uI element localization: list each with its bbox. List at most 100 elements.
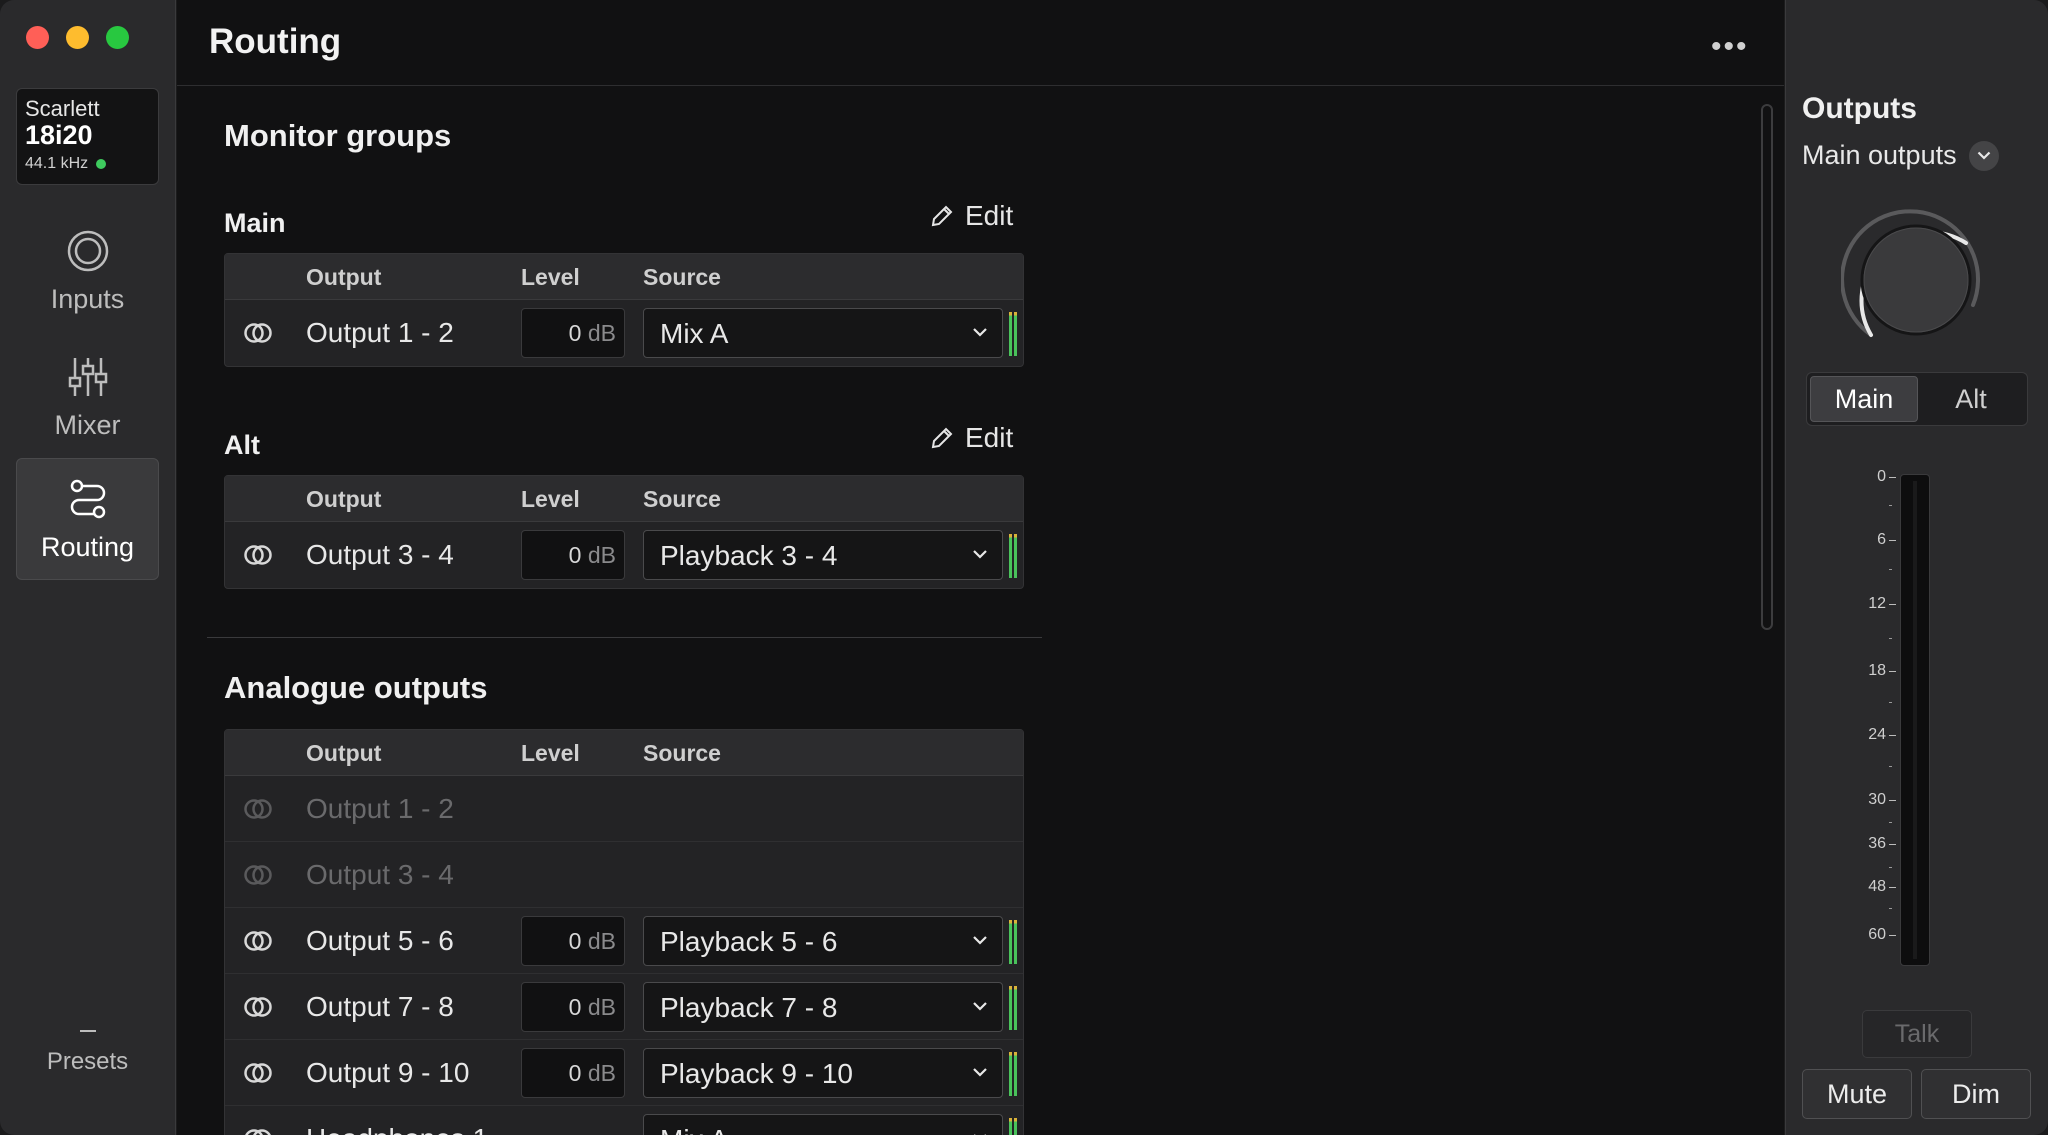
output-selector-label: Main outputs	[1802, 140, 1957, 170]
edit-main-button[interactable]: Edit	[929, 200, 1013, 232]
signal-meter	[1009, 986, 1018, 1030]
monitor-group-switch: Main Alt	[1806, 372, 2028, 426]
pencil-icon	[931, 205, 953, 227]
table-header: Output Level Source	[225, 476, 1023, 522]
presets-label: Presets	[46, 1048, 129, 1075]
scale-tick: 48	[1868, 878, 1896, 896]
edit-alt-button[interactable]: Edit	[929, 422, 1013, 454]
sidebar-item-mixer[interactable]: Mixer	[16, 336, 159, 458]
pencil-icon	[931, 427, 953, 449]
table-row: Output 1 - 2	[225, 776, 1023, 842]
dim-button[interactable]: Dim	[1921, 1069, 2031, 1119]
source-dropdown[interactable]: Mix A	[643, 1114, 1003, 1135]
table-row: Output 3 - 4	[225, 842, 1023, 908]
stereo-link-icon[interactable]	[243, 1126, 273, 1135]
sidebar-item-routing[interactable]: Routing	[16, 458, 159, 580]
level-field[interactable]: 0 dB	[521, 1048, 625, 1098]
source-value: Mix A	[660, 1124, 728, 1135]
stereo-link-icon[interactable]	[243, 928, 273, 954]
segment-alt[interactable]: Alt	[1918, 376, 2024, 422]
meter-scale: 0 6 12 18 24 30 36 48 60	[1826, 462, 1896, 972]
page-title: Routing	[209, 22, 342, 61]
level-unit: dB	[587, 928, 616, 954]
app-window: Scarlett 18i20 44.1 kHz Inputs Mixer Rou…	[0, 0, 2048, 1135]
source-value: Playback 7 - 8	[660, 992, 838, 1023]
presets-button[interactable]: Presets	[16, 1030, 159, 1076]
output-selector[interactable]: Main outputs	[1802, 140, 1999, 171]
output-name: Output 3 - 4	[306, 859, 454, 890]
output-name: Output 1 - 2	[306, 793, 454, 824]
status-dot	[96, 159, 107, 169]
minimize-window-button[interactable]	[66, 26, 89, 49]
signal-meter	[1009, 920, 1018, 964]
source-dropdown[interactable]: Mix A	[643, 308, 1003, 358]
edit-label: Edit	[965, 200, 1014, 231]
device-card[interactable]: Scarlett 18i20 44.1 kHz	[16, 88, 159, 185]
group-title-main: Main	[224, 208, 286, 238]
scale-tick: 12	[1868, 595, 1896, 613]
level-value: 0	[568, 320, 582, 346]
more-options-button[interactable]: •••	[1711, 30, 1749, 64]
table-header: Output Level Source	[225, 254, 1023, 300]
window-controls	[26, 26, 129, 49]
talk-button[interactable]: Talk	[1862, 1010, 1972, 1058]
column-source: Source	[643, 264, 721, 290]
sidebar-item-inputs[interactable]: Inputs	[16, 210, 159, 332]
analogue-outputs-table: Output Level Source Output 1 - 2 Output …	[224, 729, 1024, 1135]
chevron-down-icon	[973, 936, 987, 945]
chevron-down-icon	[973, 1002, 987, 1011]
source-dropdown[interactable]: Playback 5 - 6	[643, 916, 1003, 966]
mixer-icon	[68, 357, 107, 396]
source-value: Mix A	[660, 318, 729, 349]
outputs-title: Outputs	[1802, 92, 1917, 125]
scrollbar[interactable]	[1761, 104, 1773, 630]
scale-tick: 0	[1877, 468, 1896, 486]
zoom-window-button[interactable]	[106, 26, 129, 49]
level-unit: dB	[587, 1060, 616, 1086]
level-field[interactable]: 0 dB	[521, 916, 625, 966]
device-brand: Scarlett	[25, 96, 100, 121]
column-output: Output	[306, 264, 382, 290]
mute-button[interactable]: Mute	[1802, 1069, 1912, 1119]
source-dropdown[interactable]: Playback 7 - 8	[643, 982, 1003, 1032]
device-model: 18i20	[25, 120, 93, 150]
close-window-button[interactable]	[26, 26, 49, 49]
table-row: Output 5 - 6 0 dB Playback 5 - 6	[225, 908, 1023, 974]
scale-tick: 6	[1877, 531, 1896, 549]
scale-tick: 36	[1868, 835, 1896, 853]
group-title-alt: Alt	[224, 430, 260, 460]
signal-meter	[1009, 534, 1018, 578]
chevron-down-icon	[973, 328, 987, 337]
scale-tick: 60	[1868, 926, 1896, 944]
chevron-down-icon	[973, 1068, 987, 1077]
stereo-link-icon[interactable]	[243, 542, 273, 568]
level-value: 0	[568, 994, 582, 1020]
segment-main[interactable]: Main	[1810, 376, 1918, 422]
inputs-icon	[67, 230, 108, 271]
scale-tick: 30	[1868, 791, 1896, 809]
table-row: Output 1 - 2 0 dB Mix A	[225, 300, 1023, 366]
scale-tick: 24	[1868, 726, 1896, 744]
column-level: Level	[521, 740, 580, 766]
outputs-panel: Outputs Main outputs Main Alt 0 6 12 18 …	[1785, 0, 2048, 1135]
level-unit: dB	[587, 320, 616, 346]
output-name: Headphones 1	[306, 1123, 488, 1135]
volume-knob[interactable]	[1841, 205, 1991, 355]
level-field[interactable]: 0 dB	[521, 308, 625, 358]
column-source: Source	[643, 486, 721, 512]
stereo-link-icon[interactable]	[243, 994, 273, 1020]
signal-meter	[1009, 1052, 1018, 1096]
source-value: Playback 3 - 4	[660, 540, 838, 571]
section-divider	[207, 637, 1042, 638]
stereo-link-icon[interactable]	[243, 1060, 273, 1086]
column-level: Level	[521, 264, 580, 290]
presets-icon	[79, 1030, 96, 1032]
scale-tick: 18	[1868, 662, 1896, 680]
source-dropdown[interactable]: Playback 9 - 10	[643, 1048, 1003, 1098]
level-field[interactable]: 0 dB	[521, 982, 625, 1032]
sample-rate: 44.1 kHz	[25, 155, 89, 172]
level-field[interactable]: 0 dB	[521, 530, 625, 580]
stereo-link-icon[interactable]	[243, 320, 273, 346]
source-dropdown[interactable]: Playback 3 - 4	[643, 530, 1003, 580]
table-row: Output 9 - 10 0 dB Playback 9 - 10	[225, 1040, 1023, 1106]
